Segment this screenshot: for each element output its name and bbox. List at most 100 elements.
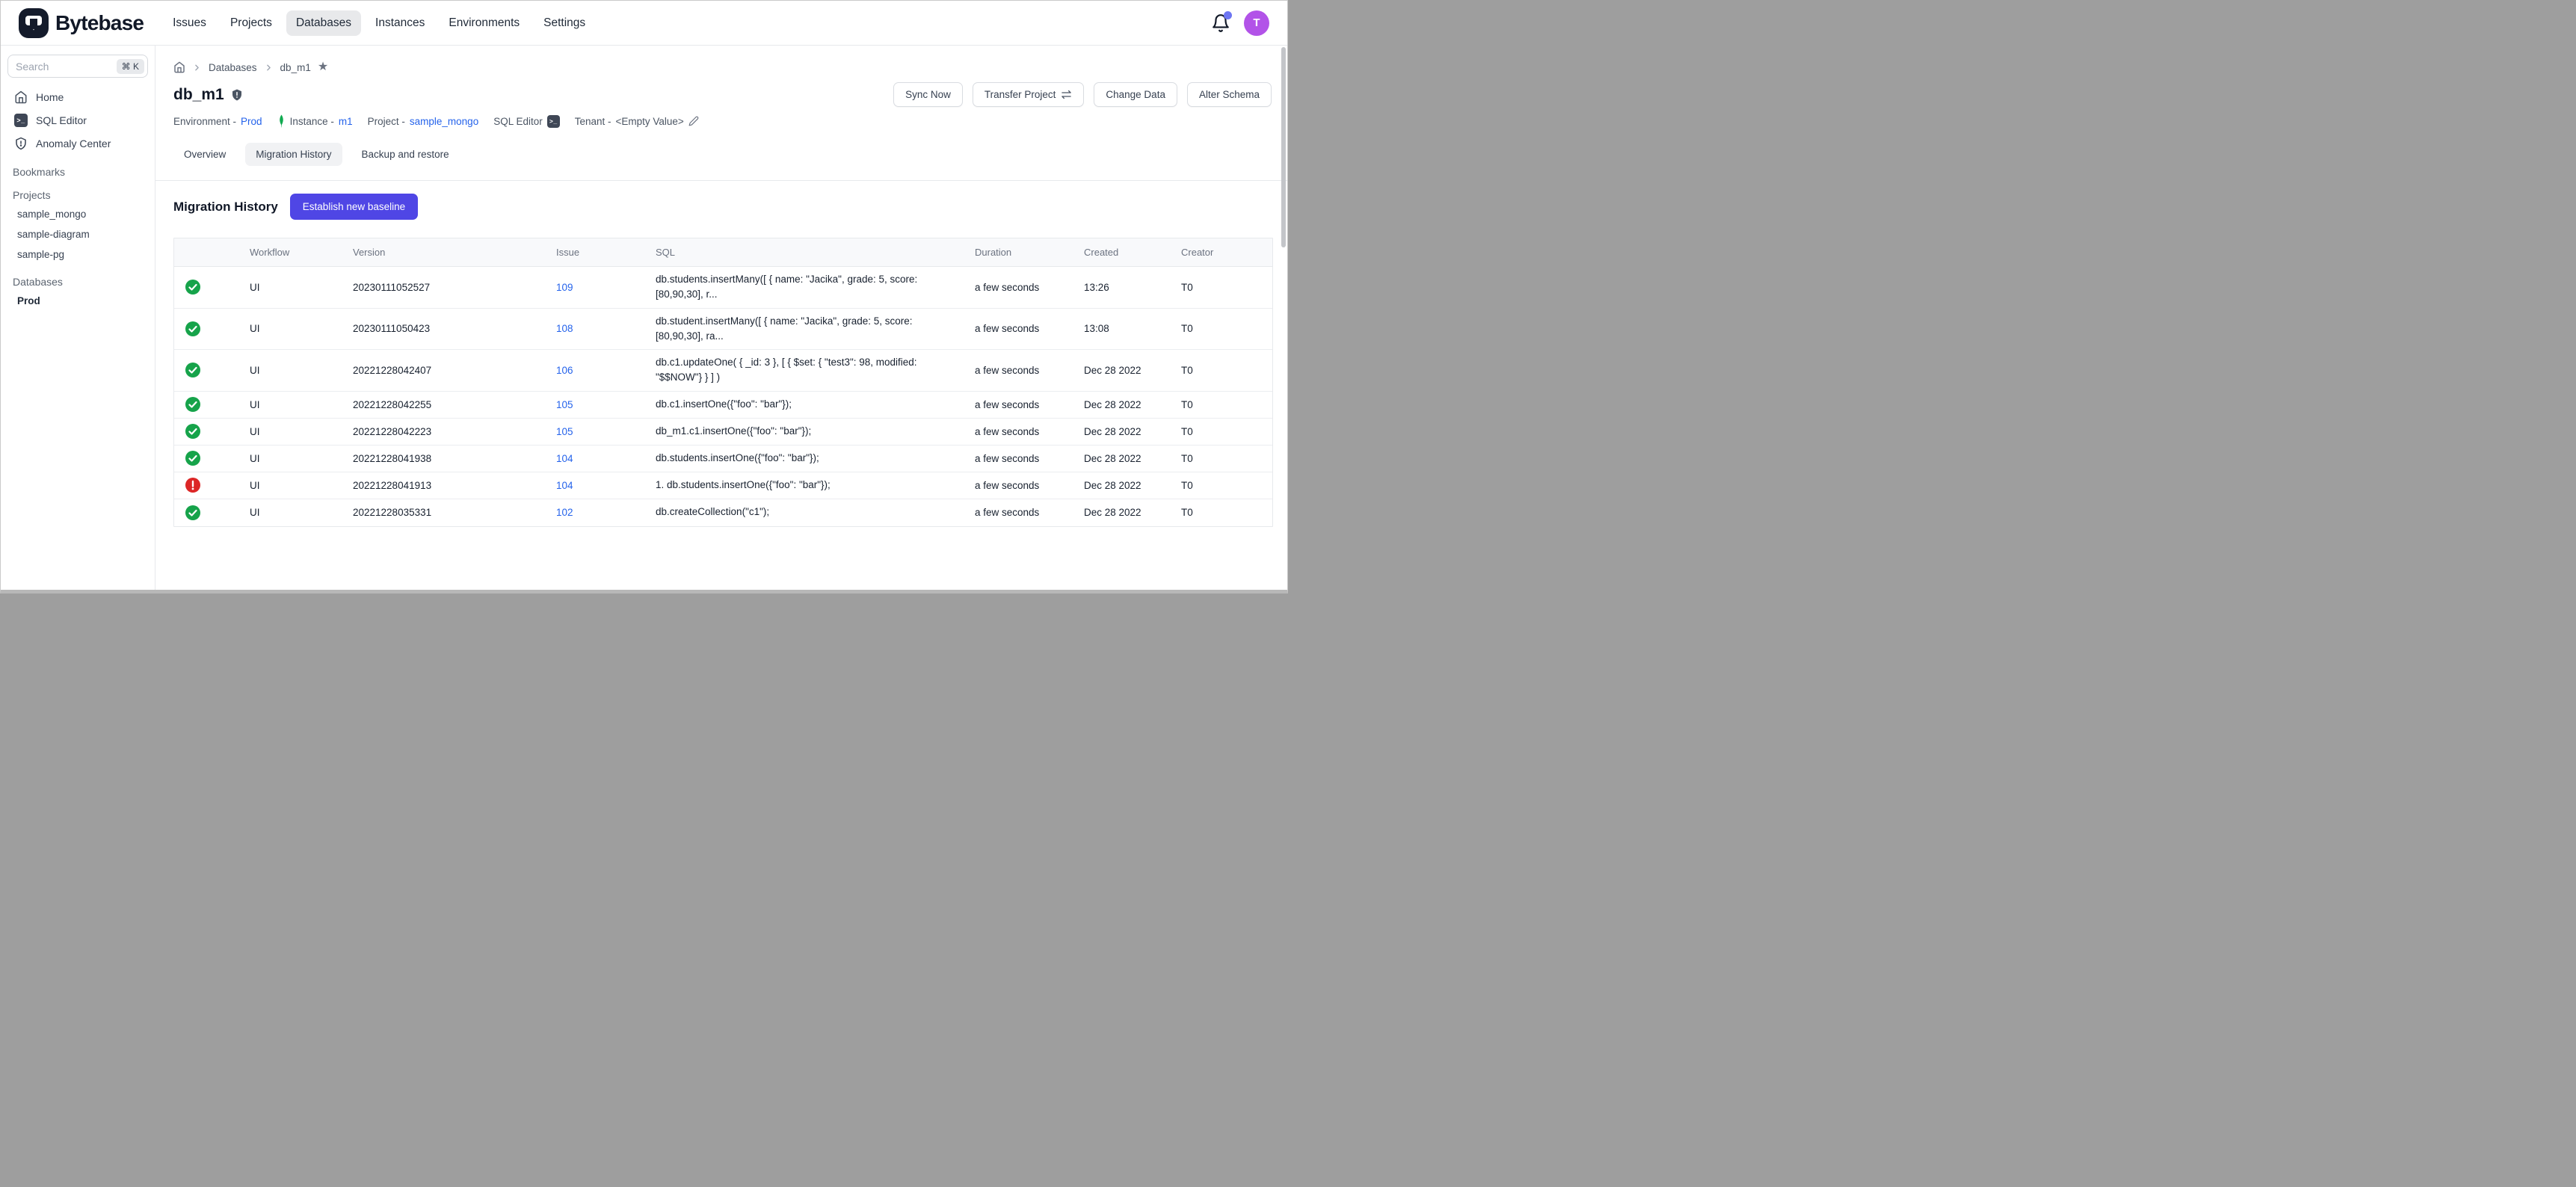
home-icon[interactable] <box>173 61 185 73</box>
creator-cell: T0 <box>1181 277 1272 298</box>
version-cell: 20221228042255 <box>353 394 556 416</box>
workflow-cell: UI <box>250 277 353 298</box>
duration-cell: a few seconds <box>975 475 1084 496</box>
check-circle-icon <box>185 451 200 466</box>
creator-cell: T0 <box>1181 475 1272 496</box>
table-row[interactable]: UI 20221228041913 104 1. db.students.ins… <box>174 472 1272 499</box>
migration-history-heading: Migration History <box>173 200 278 215</box>
top-nav: Issues Projects Databases Instances Envi… <box>163 10 595 36</box>
establish-baseline-button[interactable]: Establish new baseline <box>290 194 418 220</box>
nav-issues[interactable]: Issues <box>163 10 216 36</box>
workflow-cell: UI <box>250 448 353 469</box>
col-duration: Duration <box>975 238 1084 266</box>
sidebar-project-sample-pg[interactable]: sample-pg <box>7 244 149 265</box>
search-placeholder: Search <box>16 61 117 73</box>
sql-cell: db.c1.updateOne( { _id: 3 }, [ { $set: {… <box>656 350 975 391</box>
vertical-scrollbar[interactable] <box>1281 47 1286 247</box>
status-cell <box>174 357 250 383</box>
table-row[interactable]: UI 20221228035331 102 db.createCollectio… <box>174 499 1272 526</box>
issue-link[interactable]: 104 <box>556 453 573 464</box>
breadcrumb-db-m1[interactable]: db_m1 <box>280 62 311 73</box>
transfer-arrows-icon <box>1061 89 1072 100</box>
table-row[interactable]: UI 20230111052527 109 db.students.insert… <box>174 267 1272 309</box>
table-body: UI 20230111052527 109 db.students.insert… <box>174 267 1272 526</box>
breadcrumb-databases[interactable]: Databases <box>209 62 257 73</box>
transfer-project-button[interactable]: Transfer Project <box>973 82 1085 107</box>
top-bar: Bytebase Issues Projects Databases Insta… <box>1 1 1287 46</box>
table-row[interactable]: UI 20221228042255 105 db.c1.insertOne({"… <box>174 392 1272 419</box>
tab-backup-and-restore[interactable]: Backup and restore <box>351 143 460 166</box>
issue-link[interactable]: 104 <box>556 480 573 491</box>
issue-link[interactable]: 105 <box>556 399 573 410</box>
notifications-button[interactable] <box>1211 13 1230 33</box>
avatar[interactable]: T <box>1244 10 1269 36</box>
sidebar-project-sample-diagram[interactable]: sample-diagram <box>7 224 149 244</box>
nav-environments[interactable]: Environments <box>439 10 529 36</box>
sidebar-item-label: Home <box>36 91 64 103</box>
sidebar-item-home[interactable]: Home <box>7 85 149 108</box>
table-row[interactable]: UI 20230111050423 108 db.student.insertM… <box>174 309 1272 351</box>
col-version: Version <box>353 238 556 266</box>
duration-cell: a few seconds <box>975 502 1084 523</box>
breadcrumb: Databases db_m1 ★ <box>173 61 1272 73</box>
page-title: db_m1 <box>173 86 224 104</box>
attr-instance: Instance - m1 <box>277 114 353 128</box>
sidebar-project-sample-mongo[interactable]: sample_mongo <box>7 204 149 224</box>
table-row[interactable]: UI 20221228042223 105 db_m1.c1.insertOne… <box>174 419 1272 445</box>
check-circle-icon <box>185 424 200 439</box>
title-row: db_m1 Sync Now Transfer Project Change D… <box>173 82 1272 107</box>
version-cell: 20221228042407 <box>353 360 556 381</box>
creator-cell: T0 <box>1181 360 1272 381</box>
version-cell: 20230111052527 <box>353 277 556 298</box>
tabs-divider <box>155 180 1287 181</box>
attr-sql-editor[interactable]: SQL Editor >_ <box>493 115 560 128</box>
issue-link[interactable]: 105 <box>556 426 573 437</box>
nav-settings[interactable]: Settings <box>534 10 595 36</box>
issue-link[interactable]: 102 <box>556 507 573 518</box>
terminal-icon[interactable]: >_ <box>547 115 560 128</box>
pencil-icon[interactable] <box>688 116 699 126</box>
environment-link[interactable]: Prod <box>241 116 262 127</box>
project-link[interactable]: sample_mongo <box>410 116 478 127</box>
sync-now-button[interactable]: Sync Now <box>893 82 963 107</box>
nav-projects[interactable]: Projects <box>221 10 282 36</box>
table-row[interactable]: UI 20221228042407 106 db.c1.updateOne( {… <box>174 350 1272 392</box>
issue-link[interactable]: 108 <box>556 323 573 334</box>
sidebar: Search ⌘ K Home >_ SQL Editor Anomaly Ce… <box>1 46 155 594</box>
duration-cell: a few seconds <box>975 277 1084 298</box>
status-cell <box>174 419 250 444</box>
created-cell: Dec 28 2022 <box>1084 502 1181 523</box>
migration-table: Workflow Version Issue SQL Duration Crea… <box>173 238 1273 527</box>
created-cell: Dec 28 2022 <box>1084 475 1181 496</box>
attr-label: Project - <box>368 116 405 127</box>
sidebar-section-projects: Projects <box>7 189 149 201</box>
nav-databases[interactable]: Databases <box>286 10 361 36</box>
table-row[interactable]: UI 20221228041938 104 db.students.insert… <box>174 445 1272 472</box>
sidebar-item-sql-editor[interactable]: >_ SQL Editor <box>7 108 149 132</box>
attr-label: Tenant - <box>575 116 611 127</box>
tenant-value: <Empty Value> <box>616 116 684 127</box>
migration-header: Migration History Establish new baseline <box>173 194 1272 220</box>
attr-project: Project - sample_mongo <box>368 116 479 127</box>
alter-schema-button[interactable]: Alter Schema <box>1187 82 1272 107</box>
star-icon[interactable]: ★ <box>318 61 328 73</box>
tab-overview[interactable]: Overview <box>173 143 236 166</box>
created-cell: Dec 28 2022 <box>1084 421 1181 443</box>
instance-link[interactable]: m1 <box>339 116 353 127</box>
created-cell: Dec 28 2022 <box>1084 394 1181 416</box>
change-data-button[interactable]: Change Data <box>1094 82 1177 107</box>
tab-migration-history[interactable]: Migration History <box>245 143 342 166</box>
search-input[interactable]: Search ⌘ K <box>7 55 148 78</box>
chevron-right-icon <box>264 63 274 73</box>
attr-label: Instance - <box>290 116 334 127</box>
sidebar-database-prod[interactable]: Prod <box>7 291 149 311</box>
col-creator: Creator <box>1181 238 1272 266</box>
workflow-cell: UI <box>250 421 353 443</box>
bytebase-logo[interactable]: Bytebase <box>19 8 144 38</box>
issue-link[interactable]: 106 <box>556 365 573 376</box>
issue-link[interactable]: 109 <box>556 282 573 293</box>
sidebar-item-anomaly-center[interactable]: Anomaly Center <box>7 132 149 155</box>
nav-instances[interactable]: Instances <box>366 10 434 36</box>
col-status <box>174 244 250 261</box>
status-cell <box>174 500 250 525</box>
